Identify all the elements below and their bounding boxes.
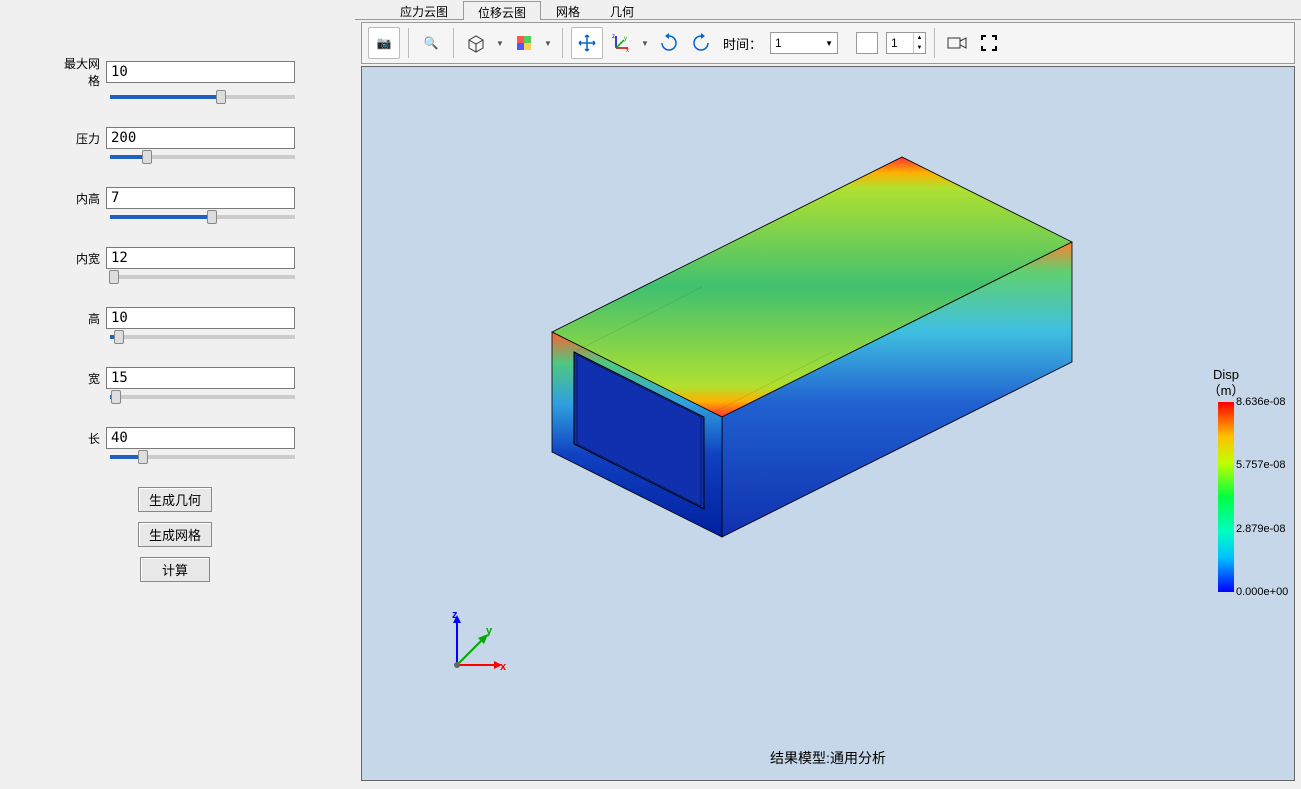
svg-text:x: x [626,48,629,54]
sidebar: 最大网格 压力 内高 内宽 [0,0,355,789]
param-label: 最大网格 [55,55,106,89]
time-label: 时间： [719,34,766,53]
chevron-down-icon: ▼ [825,39,833,48]
pressure-input[interactable] [106,127,295,149]
tab-stress[interactable]: 应力云图 [385,0,463,19]
max-mesh-input[interactable] [106,61,295,83]
axis-triad: z x y [442,610,512,680]
legend-tick: 2.879e-08 [1236,523,1286,535]
length-slider[interactable] [110,455,295,459]
viewport-3d[interactable]: z x y Disp（m） 8.636e-08 5.757e-08 2.879e… [361,66,1295,781]
svg-text:x: x [500,661,507,673]
fullscreen-button[interactable] [975,27,1003,59]
separator [934,28,935,58]
legend-tick: 0.000e+00 [1236,586,1288,598]
param-label: 压力 [55,130,106,147]
view-dropdown[interactable]: ▼ [494,39,506,48]
param-label: 高 [55,310,106,327]
separator [453,28,454,58]
zoom-button[interactable]: 🔍 [417,27,445,59]
generate-mesh-button[interactable]: 生成网格 [138,522,212,547]
param-label: 长 [55,430,106,447]
separator [408,28,409,58]
axis-dropdown[interactable]: ▼ [639,39,651,48]
expand-icon [980,34,998,52]
inner-height-input[interactable] [106,187,295,209]
svg-text:y: y [486,625,493,637]
move-icon [577,33,597,53]
record-button[interactable] [943,27,971,59]
snapshot-button[interactable]: 📷 [368,27,400,59]
toolbar: 📷 🔍 ▼ ▼ z xy ▼ [361,22,1295,64]
param-height: 高 [55,307,295,339]
legend-title: Disp（m） [1186,367,1266,398]
rotate-cw-icon [658,32,680,54]
width-slider[interactable] [110,395,295,399]
tab-bar: 应力云图 位移云图 网格 几何 [355,0,1301,20]
rotate-ccw-button[interactable] [687,27,715,59]
tab-mesh[interactable]: 网格 [541,0,595,19]
magnifier-icon: 🔍 [424,36,439,50]
cube-outline-icon [465,32,487,54]
inner-width-input[interactable] [106,247,295,269]
param-label: 宽 [55,370,106,387]
param-label: 内宽 [55,250,106,267]
rotate-ccw-icon [690,32,712,54]
svg-text:z: z [612,34,615,40]
viewport-caption: 结果模型:通用分析 [770,748,886,768]
separator [562,28,563,58]
max-mesh-slider[interactable] [110,95,295,99]
spin-up[interactable]: ▲ [913,33,925,43]
param-inner-height: 内高 [55,187,295,219]
render-mode-button[interactable] [510,27,538,59]
param-width: 宽 [55,367,295,399]
param-max-mesh: 最大网格 [55,55,295,99]
rotate-cw-button[interactable] [655,27,683,59]
axis-icon: z xy [610,32,632,54]
compute-button[interactable]: 计算 [140,557,210,582]
pan-button[interactable] [571,27,603,59]
pressure-slider[interactable] [110,155,295,159]
param-label: 内高 [55,190,106,207]
fea-model [462,137,1102,597]
length-input[interactable] [106,427,295,449]
param-length: 长 [55,427,295,459]
inner-height-slider[interactable] [110,215,295,219]
axis-button[interactable]: z xy [607,27,635,59]
legend-tick: 5.757e-08 [1236,459,1286,471]
height-input[interactable] [106,307,295,329]
legend-colorbar: 8.636e-08 5.757e-08 2.879e-08 0.000e+00 [1218,402,1234,592]
tab-geometry[interactable]: 几何 [595,0,649,19]
param-pressure: 压力 [55,127,295,159]
color-legend: Disp（m） 8.636e-08 5.757e-08 2.879e-08 0.… [1186,367,1266,592]
width-input[interactable] [106,367,295,389]
time-select[interactable]: 1▼ [770,32,838,54]
inner-width-slider[interactable] [110,275,295,279]
color-cube-icon [513,32,535,54]
app-root: 最大网格 压力 内高 内宽 [0,0,1301,789]
param-inner-width: 内宽 [55,247,295,279]
video-camera-icon [946,35,968,51]
svg-text:y: y [624,36,627,42]
frame-end-button[interactable] [856,32,878,54]
generate-geometry-button[interactable]: 生成几何 [138,487,212,512]
frame-spinner[interactable]: 1 ▲▼ [886,32,926,54]
legend-tick: 8.636e-08 [1236,396,1286,408]
view-cube-button[interactable] [462,27,490,59]
camera-icon: 📷 [377,36,392,50]
height-slider[interactable] [110,335,295,339]
svg-text:z: z [452,610,458,621]
tab-displacement[interactable]: 位移云图 [463,1,541,20]
spin-down[interactable]: ▼ [913,43,925,53]
main-panel: 应力云图 位移云图 网格 几何 📷 🔍 ▼ ▼ zxy [355,0,1301,789]
render-dropdown[interactable]: ▼ [542,39,554,48]
